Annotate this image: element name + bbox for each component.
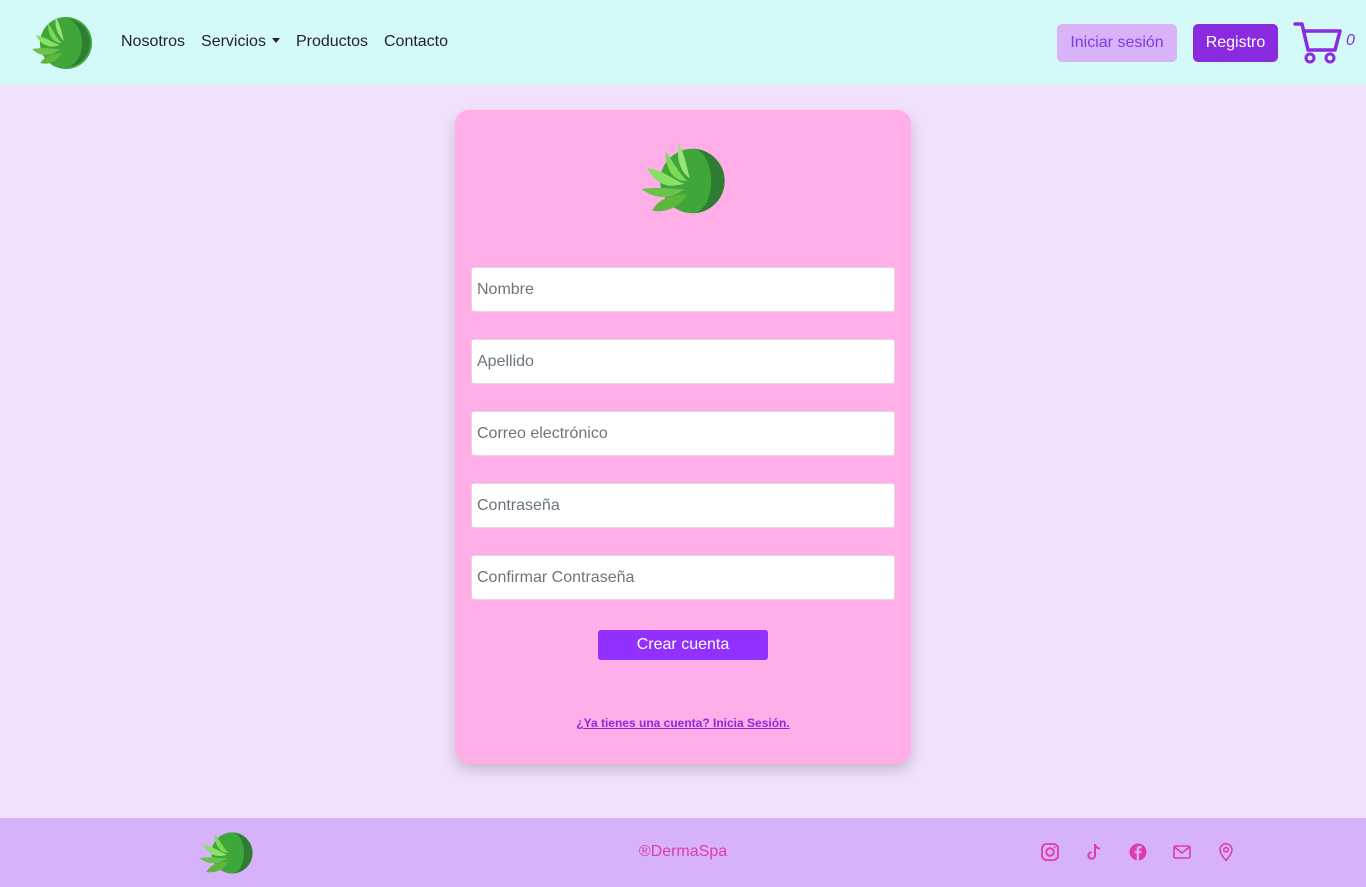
cart-icon[interactable]: [1293, 20, 1343, 66]
navbar: Nosotros Servicios Productos Contacto In…: [0, 0, 1366, 85]
email-input[interactable]: [471, 411, 895, 456]
password-input[interactable]: [471, 483, 895, 528]
footer: ®DermaSpa: [0, 818, 1366, 887]
main-nav: Nosotros Servicios Productos Contacto: [121, 31, 464, 53]
nav-link-servicios-dropdown[interactable]: Servicios: [201, 31, 280, 53]
tiktok-icon[interactable]: [1084, 842, 1104, 862]
nav-link-contacto[interactable]: Contacto: [384, 31, 448, 53]
confirm-password-input[interactable]: [471, 555, 895, 600]
location-icon[interactable]: [1216, 842, 1236, 862]
login-link[interactable]: ¿Ya tienes una cuenta? Inicia Sesión.: [455, 716, 911, 730]
first-name-input[interactable]: [471, 267, 895, 312]
mail-icon[interactable]: [1172, 842, 1192, 862]
facebook-icon[interactable]: [1128, 842, 1148, 862]
instagram-icon[interactable]: [1040, 842, 1060, 862]
brand-logo[interactable]: [26, 13, 96, 73]
nav-link-productos[interactable]: Productos: [296, 31, 368, 53]
nav-link-servicios-label: Servicios: [201, 33, 266, 50]
register-button[interactable]: Registro: [1193, 24, 1278, 62]
nav-link-nosotros[interactable]: Nosotros: [121, 31, 185, 53]
footer-copyright: ®DermaSpa: [638, 843, 728, 860]
cart-count: 0: [1346, 32, 1355, 49]
login-button[interactable]: Iniciar sesión: [1057, 24, 1177, 62]
card-logo: [641, 143, 725, 214]
caret-down-icon: [271, 38, 280, 43]
create-account-button[interactable]: Crear cuenta: [598, 630, 768, 660]
register-card: Crear cuenta ¿Ya tienes una cuenta? Inic…: [455, 110, 911, 764]
last-name-input[interactable]: [471, 339, 895, 384]
